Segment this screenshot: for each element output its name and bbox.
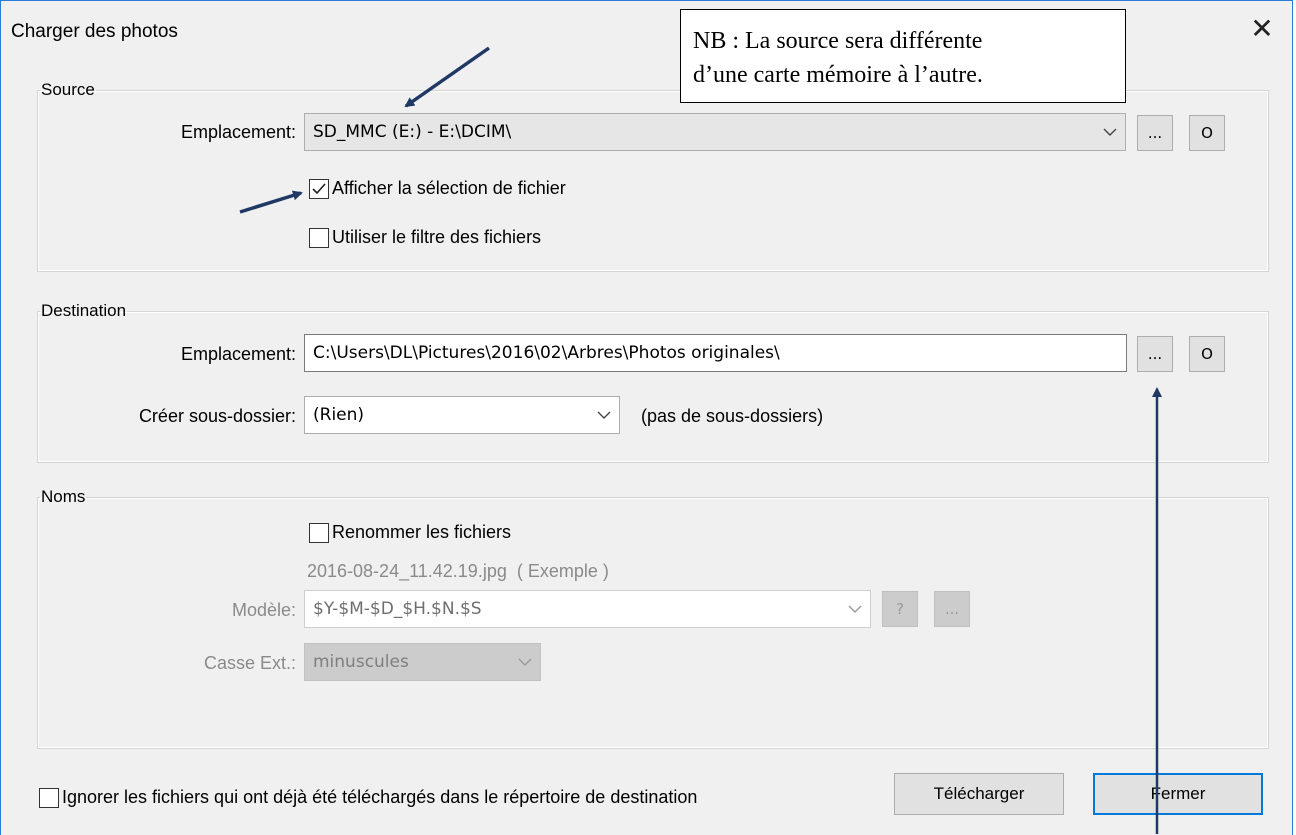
arrow-icon — [239, 190, 303, 214]
arrow-icon — [404, 46, 491, 108]
annotation-arrows — [239, 46, 1162, 834]
